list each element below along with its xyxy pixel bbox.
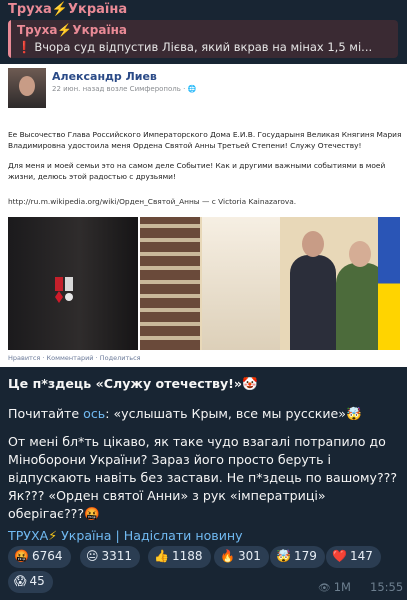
post-paragraph-1: Ее Высочество Глава Российского Императо… bbox=[8, 130, 402, 150]
reaction-count: 45 bbox=[29, 574, 45, 588]
footer-links[interactable]: ТРУХА⚡ Україна | Надіслати новину bbox=[8, 528, 243, 543]
order-medal-icon bbox=[55, 277, 73, 303]
views-count: 1M bbox=[333, 580, 351, 594]
thumbs-up-icon: 👍 bbox=[154, 549, 169, 563]
post-author: Александр Лиев bbox=[52, 70, 157, 83]
reaction-thumbs-up[interactable]: 👍 1188 bbox=[148, 546, 211, 568]
caption-line-2: Почитайте ось: «услышать Крым, все мы ру… bbox=[8, 405, 404, 423]
reaction-neutral[interactable]: 😐 3311 bbox=[80, 546, 141, 568]
footer-channel-suffix: Україна | Надіслати новину bbox=[57, 528, 243, 543]
bolt-icon: ⚡ bbox=[48, 528, 58, 543]
reply-title: Труха⚡️Україна bbox=[17, 23, 127, 37]
channel-name[interactable]: Труха⚡️Україна bbox=[8, 2, 127, 17]
attached-photo[interactable]: Александр Лиев 22 июн. назад возле Симфе… bbox=[0, 64, 407, 367]
reaction-heart[interactable]: ❤️ 147 bbox=[326, 546, 381, 568]
eye-icon: 👁 bbox=[318, 583, 331, 594]
reaction-count: 1188 bbox=[171, 549, 203, 563]
reply-accent-bar bbox=[8, 20, 11, 58]
footer-channel-prefix: ТРУХА bbox=[8, 528, 49, 543]
person-man bbox=[290, 231, 336, 350]
photo-order-on-coat bbox=[8, 217, 138, 350]
screaming-face-icon: 😱 bbox=[14, 574, 27, 588]
bookshelf bbox=[140, 217, 200, 350]
reaction-fire[interactable]: 🔥 301 bbox=[214, 546, 269, 568]
reply-text: ❗️ Вчора суд відпустив Лієва, який вкрав … bbox=[17, 40, 393, 54]
post-meta: 22 июн. назад возле Симферополь · 🌐 bbox=[52, 85, 197, 93]
reply-quote[interactable]: Труха⚡️Україна ❗️ Вчора суд відпустив Ліє… bbox=[8, 20, 398, 58]
views-counter: 👁 1M bbox=[318, 580, 351, 594]
flag bbox=[378, 217, 400, 350]
post-paragraph-2: Для меня и моей семьи это на самом деле … bbox=[8, 161, 386, 181]
reply-text-body: Вчора суд відпустив Лієва, який вкрав на… bbox=[34, 40, 373, 54]
heart-icon: ❤️ bbox=[332, 549, 347, 563]
neutral-face-icon: 😐 bbox=[86, 549, 99, 563]
caption-line-1: Це п*здець «Служу отечеству!»🤡 bbox=[8, 376, 258, 391]
angry-face-icon: 🤬 bbox=[14, 549, 29, 563]
post-actions: Нравится · Комментарий · Поделиться bbox=[8, 354, 141, 362]
avatar bbox=[8, 68, 46, 108]
caption-link[interactable]: ось bbox=[83, 406, 105, 421]
exclamation-icon: ❗️ bbox=[17, 40, 32, 54]
reaction-count: 6764 bbox=[31, 549, 63, 563]
message-time: 15:55 bbox=[370, 580, 404, 594]
photo-award-ceremony bbox=[140, 217, 400, 350]
caption-line-2-prefix: Почитайте bbox=[8, 406, 84, 421]
reaction-scream[interactable]: 😱 45 bbox=[8, 571, 53, 593]
reaction-count: 3311 bbox=[101, 549, 133, 563]
caption-line-2-suffix: : «услышать Крым, все мы русские»🤯 bbox=[105, 406, 362, 421]
reaction-count: 179 bbox=[293, 549, 317, 563]
post-link: http://ru.m.wikipedia.org/wiki/Орден_Свя… bbox=[8, 197, 297, 206]
reaction-exploding-head[interactable]: 🤯 179 bbox=[270, 546, 325, 568]
reaction-count: 301 bbox=[237, 549, 261, 563]
exploding-head-icon: 🤯 bbox=[276, 549, 291, 563]
reaction-count: 147 bbox=[349, 549, 373, 563]
reaction-angry[interactable]: 🤬 6764 bbox=[8, 546, 71, 568]
doorway bbox=[202, 217, 280, 350]
caption-paragraph-3: От мені бл*ть цікаво, як таке чудо взага… bbox=[8, 434, 397, 521]
message-bubble: Труха⚡️Україна Труха⚡️Україна ❗️ Вчора су… bbox=[0, 0, 407, 600]
fire-icon: 🔥 bbox=[220, 549, 235, 563]
